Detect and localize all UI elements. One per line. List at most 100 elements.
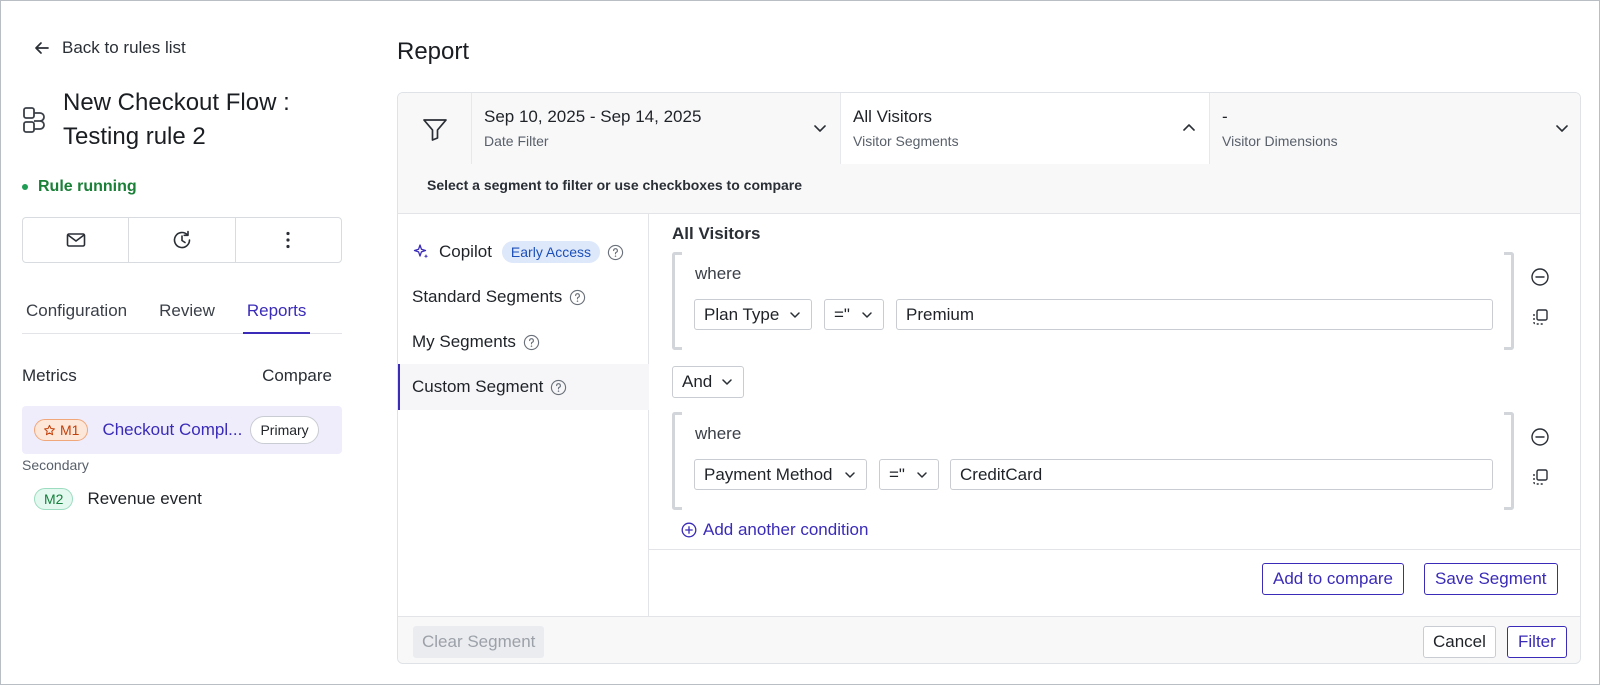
operator-dropdown[interactable]: =" [824,299,884,330]
star-icon [44,424,55,435]
early-access-badge: Early Access [501,241,601,263]
field-dropdown[interactable]: Payment Method [694,459,867,490]
rule-tabs: Configuration Review Reports [22,300,342,334]
chevron-down-icon [790,311,800,318]
chevron-down-icon [722,379,732,385]
back-label: Back to rules list [62,38,186,57]
segment-type-list: Copilot Early Access Standard Segments M… [398,214,649,616]
chevron-up-icon [1183,124,1195,131]
metric-badge-m2: M2 [34,488,74,510]
duplicate-condition-button[interactable] [1529,466,1551,488]
history-icon [173,230,191,249]
visitor-dimensions-dropdown[interactable]: - Visitor Dimensions [1210,93,1580,164]
metric-item-secondary[interactable]: M2 Revenue event [34,488,202,510]
tab-reports[interactable]: Reports [242,300,311,334]
primary-pill: Primary [250,416,319,444]
segment-nav-my-segments[interactable]: My Segments [398,319,649,365]
rule-sidebar: Back to rules list New Checkout Flow : T… [0,0,362,685]
my-segments-label: My Segments [412,332,516,351]
bracket-left [672,252,682,350]
cancel-button[interactable]: Cancel [1423,626,1496,658]
segment-nav-copilot[interactable]: Copilot Early Access [398,229,649,275]
metrics-title: Metrics [22,366,77,385]
rule-flow-icon [23,107,45,133]
operator-dropdown[interactable]: =" [879,459,939,490]
clear-segment-button[interactable]: Clear Segment [413,626,545,658]
chevron-down-icon [814,125,826,132]
remove-condition-button[interactable] [1529,426,1551,448]
date-filter-label: Date Filter [484,133,549,149]
where-label: where [695,424,742,443]
report-filter-panel: Sep 10, 2025 - Sep 14, 2025 Date Filter … [397,92,1581,664]
vertical-dots-icon [286,231,290,249]
help-icon[interactable] [607,244,624,261]
chevron-down-icon [845,471,855,478]
add-condition-button[interactable]: Add another condition [681,520,868,540]
help-icon[interactable] [523,334,540,351]
history-button[interactable] [129,218,236,262]
help-icon[interactable] [550,379,567,396]
condition-group: where Payment Method =" CreditCard [672,412,1514,510]
operator-value: =" [834,304,850,324]
chevron-down-icon [1556,125,1568,132]
remove-condition-button[interactable] [1529,266,1551,288]
joiner-dropdown[interactable]: And [672,366,745,398]
segment-nav-standard[interactable]: Standard Segments [398,274,649,320]
filter-icon-cell[interactable] [398,93,472,164]
help-icon[interactable] [569,289,586,306]
field-value: Plan Type [704,304,780,324]
date-filter-dropdown[interactable]: Sep 10, 2025 - Sep 14, 2025 Date Filter [472,93,841,164]
more-options-button[interactable] [236,218,341,262]
sparkle-icon [413,244,429,259]
visitor-dimensions-label: Visitor Dimensions [1222,133,1338,149]
tab-review[interactable]: Review [155,300,219,334]
status-label: Rule running [38,178,137,195]
back-to-rules-link[interactable]: Back to rules list [32,38,186,58]
field-dropdown[interactable]: Plan Type [694,299,812,330]
value-input[interactable]: CreditCard [950,459,1493,490]
joiner-value: And [682,372,713,391]
minus-circle-icon [1531,428,1549,446]
field-value: Payment Method [704,464,833,484]
metric-name: Revenue event [87,489,202,508]
operator-value: =" [889,464,905,484]
email-button[interactable] [23,218,130,262]
visitor-segments-dropdown[interactable]: All Visitors Visitor Segments [841,93,1210,164]
custom-segment-label: Custom Segment [412,377,544,396]
date-filter-value: Sep 10, 2025 - Sep 14, 2025 [484,107,702,126]
visitor-dimensions-value: - [1222,107,1228,126]
panel-footer: Clear Segment Cancel Filter [398,616,1580,663]
segment-nav-custom[interactable]: Custom Segment [398,364,649,410]
status-dot-icon [22,184,28,190]
filter-button[interactable]: Filter [1507,626,1567,658]
save-segment-button[interactable]: Save Segment [1424,563,1558,595]
copilot-label: Copilot [439,242,492,261]
page-title: Report [397,38,470,65]
plus-circle-icon [681,522,697,538]
minus-circle-icon [1531,268,1549,286]
condition-group: where Plan Type =" Premium [672,252,1514,350]
bracket-left [672,412,682,510]
where-label: where [695,264,742,283]
tab-configuration[interactable]: Configuration [22,300,131,334]
bracket-right [1504,412,1514,510]
copy-icon [1533,309,1548,325]
builder-title: All Visitors [672,224,761,243]
filter-bar: Sep 10, 2025 - Sep 14, 2025 Date Filter … [398,93,1580,164]
segment-builder: All Visitors where Plan Type =" Premium … [649,214,1580,549]
compare-toggle[interactable]: Compare [262,366,332,386]
rule-status: Rule running [22,178,137,196]
metric-badge-m1: M1 [34,419,89,441]
builder-footer: Add to compare Save Segment [649,549,1580,616]
value-input[interactable]: Premium [896,299,1493,330]
add-to-compare-button[interactable]: Add to compare [1262,563,1405,595]
metric-item-primary[interactable]: M1 Checkout Compl... Primary [22,406,342,454]
rule-actions-bar [22,217,342,263]
chevron-down-icon [862,311,872,318]
rule-title: New Checkout Flow : Testing rule 2 [63,89,290,150]
duplicate-condition-button[interactable] [1529,306,1551,328]
standard-segments-label: Standard Segments [412,287,563,306]
secondary-label: Secondary [22,457,89,473]
segment-hint: Select a segment to filter or use checkb… [427,177,803,193]
arrow-left-icon [35,42,49,54]
